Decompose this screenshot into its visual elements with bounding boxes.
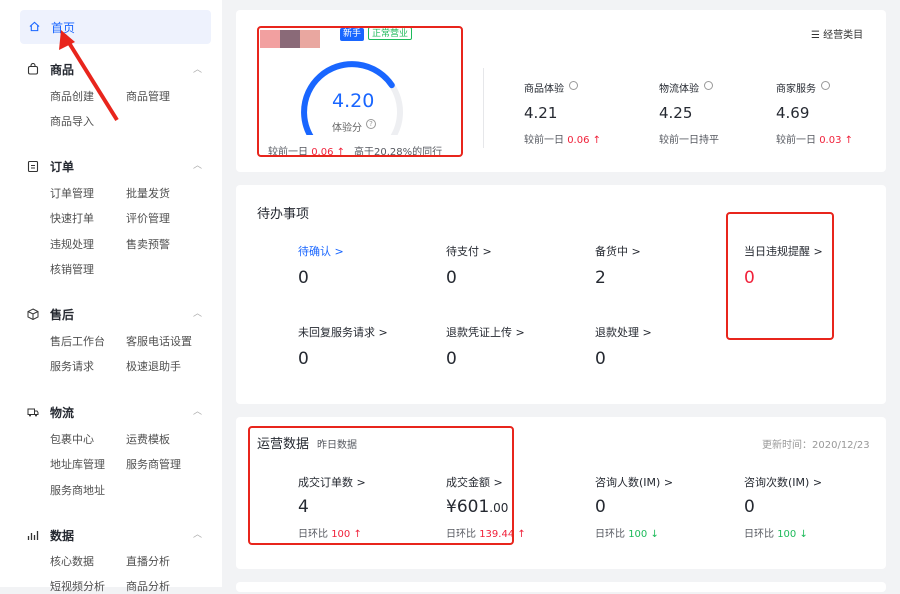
sidebar-item-product-manage[interactable]: 商品管理 <box>126 88 170 104</box>
todo-value: 0 <box>446 268 457 288</box>
sidebar-item-service-request[interactable]: 服务请求 <box>50 358 94 374</box>
metric-value: 4.25 <box>659 104 693 122</box>
annotation-arrow <box>59 30 119 122</box>
section-title: 售后 <box>50 308 75 322</box>
ops-updated-time: 更新时间：2020/12/23 <box>762 440 870 451</box>
truck-icon <box>27 408 39 417</box>
todo-item-refund-process[interactable]: 退款处理 > <box>595 324 652 340</box>
sidebar-item-video-analysis[interactable]: 短视频分析 <box>50 578 105 594</box>
todo-item-refund-proof[interactable]: 退款凭证上传 > <box>446 324 525 340</box>
todo-value: 0 <box>298 268 309 288</box>
sidebar-item-provider-address[interactable]: 服务商地址 <box>50 482 105 498</box>
todo-value: 0 <box>595 349 606 369</box>
box-icon <box>27 308 39 320</box>
chevron-up-icon[interactable]: ︿ <box>193 527 202 540</box>
sidebar-item-aftersale-desk[interactable]: 售后工作台 <box>50 333 105 349</box>
sidebar-item-phone-setting[interactable]: 客服电话设置 <box>126 333 192 349</box>
todo-item-stocking[interactable]: 备货中 > <box>595 243 641 259</box>
sidebar-item-product-analysis[interactable]: 商品分析 <box>126 578 170 594</box>
section-title: 物流 <box>50 406 75 420</box>
sidebar-item-quick-print[interactable]: 快速打单 <box>50 210 94 226</box>
sidebar-item-order-manage[interactable]: 订单管理 <box>50 185 94 201</box>
sidebar-item-review-manage[interactable]: 评价管理 <box>126 210 170 226</box>
metric-note: 较前一日 0.03 ↑ <box>776 135 854 146</box>
sidebar-item-live-analysis[interactable]: 直播分析 <box>126 553 170 569</box>
metric-label: 商家服务 <box>776 84 816 95</box>
arrow-up-icon: ↑ <box>517 529 526 540</box>
score-card: 新手 正常营业 4.20 体验分 ? 较前一日 0.06 ↑ 高于20.28%的… <box>236 10 886 172</box>
section-title: 订单 <box>50 160 75 174</box>
metric-label: 物流体验 <box>659 84 699 95</box>
annotation-box <box>248 426 514 545</box>
chevron-up-icon[interactable]: ︿ <box>193 158 202 171</box>
arrow-down-icon: ↓ <box>799 529 808 540</box>
operations-card: 运营数据 昨日数据 更新时间：2020/12/23 成交订单数 > 4 日环比 … <box>236 417 886 569</box>
sidebar-item-sale-warning[interactable]: 售卖预警 <box>126 236 170 252</box>
arrow-down-icon: ↓ <box>650 529 659 540</box>
todo-item-unreplied-service[interactable]: 未回复服务请求 > <box>298 324 388 340</box>
metric-label: 商品体验 <box>524 84 564 95</box>
sidebar-item-provider-manage[interactable]: 服务商管理 <box>126 456 181 472</box>
sidebar: 首页 商品 ︿ 商品创建 商品管理 商品导入 订单 ︿ 订单管理 批量发货 快速… <box>0 0 222 593</box>
ops-value: 0 <box>595 497 606 517</box>
todo-item-pending-pay[interactable]: 待支付 > <box>446 243 492 259</box>
home-icon <box>29 21 40 32</box>
todo-item-pending-confirm[interactable]: 待确认 > <box>298 243 344 259</box>
todo-value: 2 <box>595 268 606 288</box>
metric-value: 4.69 <box>776 104 810 122</box>
metric-note: 较前一日 0.06 ↑ <box>524 135 602 146</box>
sidebar-item-address-lib[interactable]: 地址库管理 <box>50 456 105 472</box>
help-icon[interactable] <box>569 81 578 90</box>
metric-value: 4.21 <box>524 104 558 122</box>
next-card <box>236 582 886 592</box>
chevron-up-icon[interactable]: ︿ <box>193 404 202 417</box>
bag-icon <box>27 63 39 75</box>
todo-value: 0 <box>298 349 309 369</box>
chevron-up-icon[interactable]: ︿ <box>193 306 202 319</box>
chevron-up-icon[interactable]: ︿ <box>193 62 202 75</box>
ops-value: 0 <box>744 497 755 517</box>
ops-metric-im-users[interactable]: 咨询人数(IM) > <box>595 474 673 490</box>
category-link[interactable]: ☰ 经营类目 <box>811 26 863 41</box>
section-title: 数据 <box>50 529 75 543</box>
sidebar-item-verify[interactable]: 核销管理 <box>50 261 94 277</box>
ops-ratio: 日环比 100 ↓ <box>744 529 808 540</box>
metric-note: 较前一日持平 <box>659 135 719 146</box>
help-icon[interactable] <box>821 81 830 90</box>
divider <box>483 68 484 148</box>
ops-metric-im-count[interactable]: 咨询次数(IM) > <box>744 474 822 490</box>
help-icon[interactable] <box>704 81 713 90</box>
chart-icon <box>27 531 39 540</box>
sidebar-item-violation[interactable]: 违规处理 <box>50 236 94 252</box>
todo-value: 0 <box>446 349 457 369</box>
sidebar-item-package-center[interactable]: 包裹中心 <box>50 431 94 447</box>
todo-card: 待办事项 待确认 > 0 待支付 > 0 备货中 > 2 当日违规提醒 > 0 … <box>236 185 886 404</box>
sidebar-item-batch-ship[interactable]: 批量发货 <box>126 185 170 201</box>
clipboard-icon <box>27 160 39 172</box>
annotation-box <box>257 26 463 157</box>
ops-ratio: 日环比 100 ↓ <box>595 529 659 540</box>
annotation-box <box>726 212 834 340</box>
sidebar-item-refund-helper[interactable]: 极速退助手 <box>126 358 181 374</box>
todo-title: 待办事项 <box>257 207 310 222</box>
sidebar-item-core-data[interactable]: 核心数据 <box>50 553 94 569</box>
sidebar-item-freight-template[interactable]: 运费模板 <box>126 431 170 447</box>
